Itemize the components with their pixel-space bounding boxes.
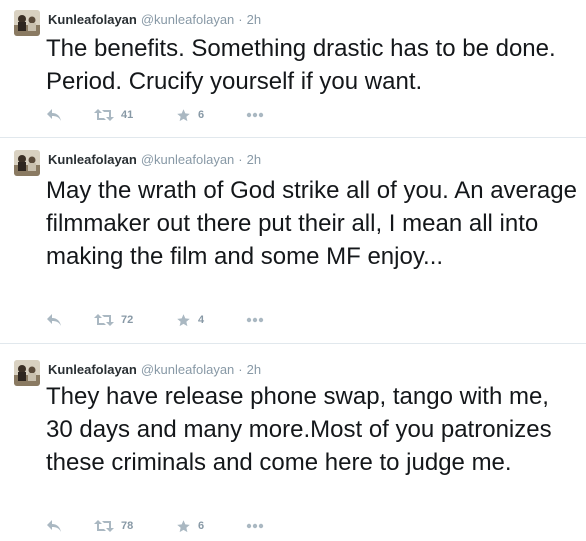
tweet-3[interactable]: Kunleafolayan @kunleafolayan · 2h They have… xyxy=(0,344,586,541)
favorite-button[interactable]: 4 xyxy=(176,310,204,330)
avatar[interactable] xyxy=(14,150,40,176)
retweet-button[interactable]: 41 xyxy=(94,105,133,125)
more-button[interactable] xyxy=(246,105,264,125)
more-icon xyxy=(246,112,264,118)
retweet-count: 78 xyxy=(121,520,134,532)
favorite-count: 4 xyxy=(198,314,205,326)
reply-icon xyxy=(47,109,61,121)
user-handle[interactable]: @kunleafolayan xyxy=(141,152,234,167)
star-icon xyxy=(177,313,190,326)
display-name[interactable]: Kunleafolayan xyxy=(48,152,137,167)
more-icon xyxy=(246,523,264,529)
tweet-2[interactable]: Kunleafolayan @kunleafolayan · 2h May the w… xyxy=(0,138,586,344)
header-separator: · xyxy=(238,12,243,27)
reply-icon xyxy=(47,520,61,532)
star-icon xyxy=(177,108,190,121)
reply-button[interactable] xyxy=(46,516,62,536)
favorite-button[interactable]: 6 xyxy=(176,105,204,125)
tweet-1[interactable]: Kunleafolayan @kunleafolayan · 2h The benef… xyxy=(0,0,586,138)
retweet-icon xyxy=(94,109,114,121)
tweet-text: The benefits. Something drastic has to b… xyxy=(46,35,556,95)
tweet-feed: Kunleafolayan @kunleafolayan · 2h The benef… xyxy=(0,0,586,541)
avatar[interactable] xyxy=(14,10,40,36)
tweet-text: May the wrath of God strike all of you. … xyxy=(46,177,577,270)
retweet-button[interactable]: 72 xyxy=(94,310,133,330)
display-name[interactable]: Kunleafolayan xyxy=(48,12,137,27)
reply-button[interactable] xyxy=(46,310,62,330)
more-icon xyxy=(246,317,264,323)
favorite-count: 6 xyxy=(198,520,205,532)
retweet-icon xyxy=(94,314,114,326)
avatar[interactable] xyxy=(14,360,40,386)
retweet-count: 72 xyxy=(121,314,134,326)
header-separator: · xyxy=(238,152,243,167)
reply-button[interactable] xyxy=(46,105,62,125)
tweet-header: Kunleafolayan @kunleafolayan · 2h xyxy=(48,11,261,29)
more-button[interactable] xyxy=(246,310,264,330)
retweet-count: 41 xyxy=(121,109,134,121)
timestamp[interactable]: 2h xyxy=(247,152,261,167)
more-button[interactable] xyxy=(246,516,264,536)
retweet-icon xyxy=(94,520,114,532)
favorite-count: 6 xyxy=(198,109,205,121)
user-handle[interactable]: @kunleafolayan xyxy=(141,362,234,377)
reply-icon xyxy=(47,314,61,326)
timestamp[interactable]: 2h xyxy=(247,12,261,27)
user-handle[interactable]: @kunleafolayan xyxy=(141,12,234,27)
retweet-button[interactable]: 78 xyxy=(94,516,133,536)
tweet-text: They have release phone swap, tango with… xyxy=(46,383,552,476)
header-separator: · xyxy=(238,362,243,377)
star-icon xyxy=(177,519,190,532)
tweet-header: Kunleafolayan @kunleafolayan · 2h xyxy=(48,151,261,169)
display-name[interactable]: Kunleafolayan xyxy=(48,362,137,377)
favorite-button[interactable]: 6 xyxy=(176,516,204,536)
timestamp[interactable]: 2h xyxy=(247,362,261,377)
tweet-header: Kunleafolayan @kunleafolayan · 2h xyxy=(48,361,261,379)
